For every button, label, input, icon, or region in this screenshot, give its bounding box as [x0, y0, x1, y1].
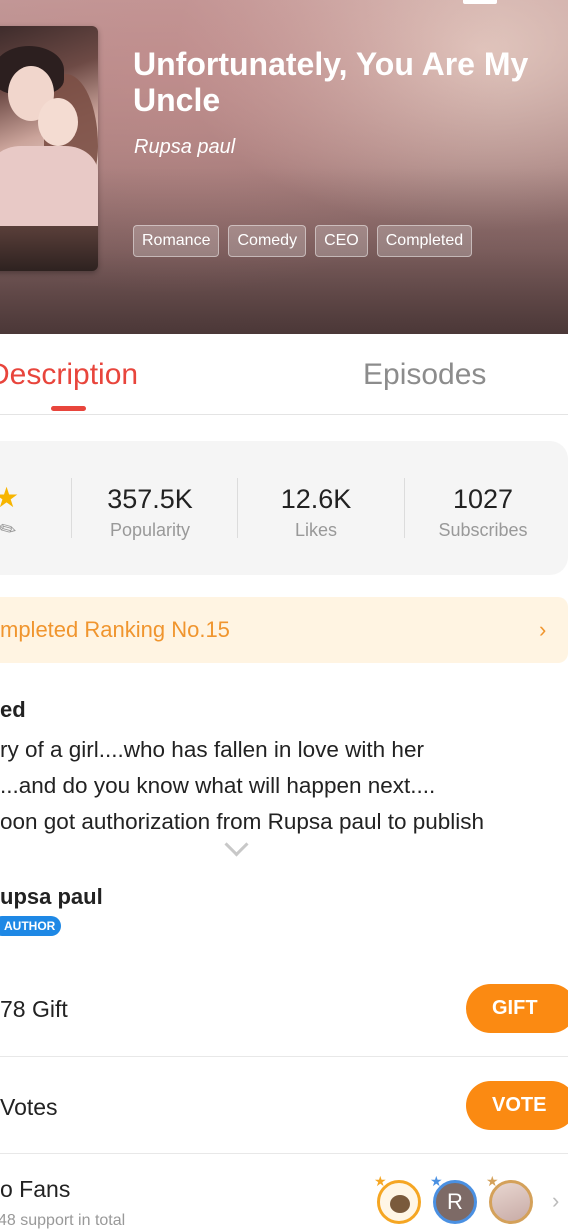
description-heading: ed	[0, 697, 26, 722]
active-tab-indicator	[51, 406, 86, 411]
tab-episodes[interactable]: Episodes	[363, 358, 486, 392]
genre-tags: Romance Comedy CEO Completed	[133, 225, 473, 257]
description-line: oon got authorization from Rupsa paul to…	[0, 809, 485, 834]
fans-support-total: 48 support in total	[0, 1212, 126, 1229]
author-name[interactable]: upsa paul	[0, 884, 103, 910]
vote-button[interactable]: VOTE	[466, 1081, 568, 1130]
avatar[interactable]	[489, 1180, 533, 1224]
book-author[interactable]: Rupsa paul	[134, 136, 235, 159]
book-title: Unfortunately, You Are My Uncle	[133, 46, 529, 118]
description-line: ry of a girl....who has fallen in love w…	[0, 737, 424, 762]
book-cover-image	[0, 26, 98, 271]
gift-count: 78 Gift	[0, 996, 68, 1022]
gift-button[interactable]: GIFT	[466, 984, 568, 1033]
ranking-text: mpleted Ranking No.15	[0, 617, 230, 642]
avatar[interactable]: R	[433, 1180, 477, 1224]
row-divider	[0, 1153, 568, 1154]
menu-icon[interactable]	[463, 0, 497, 4]
author-badge: AUTHOR	[0, 916, 62, 936]
chevron-right-icon[interactable]: ›	[552, 1188, 559, 1214]
tab-bar: Description Episodes	[0, 334, 568, 415]
star-icon[interactable]: ★	[0, 484, 19, 512]
tag-completed[interactable]: Completed	[376, 225, 473, 257]
tag-ceo[interactable]: CEO	[315, 225, 368, 257]
popularity-value: 357.5K	[107, 484, 193, 514]
tag-romance[interactable]: Romance	[133, 225, 220, 257]
book-header-banner: Unfortunately, You Are My Uncle Rupsa pa…	[0, 0, 568, 334]
tab-description[interactable]: Description	[0, 358, 138, 392]
likes-label: Likes	[294, 520, 338, 540]
likes-value: 12.6K	[280, 484, 352, 514]
row-divider	[0, 1056, 568, 1057]
expand-chevron-icon[interactable]	[224, 832, 249, 857]
tag-comedy[interactable]: Comedy	[228, 225, 307, 257]
subscribes-value: 1027	[452, 484, 514, 514]
description-line: ...and do you know what will happen next…	[0, 773, 436, 798]
subscribes-label: Subscribes	[438, 520, 528, 540]
popularity-label: Popularity	[109, 520, 191, 540]
fans-title[interactable]: o Fans	[0, 1176, 70, 1203]
avatar[interactable]	[377, 1180, 421, 1224]
votes-count: Votes	[0, 1094, 58, 1120]
chevron-right-icon: ›	[539, 617, 547, 642]
